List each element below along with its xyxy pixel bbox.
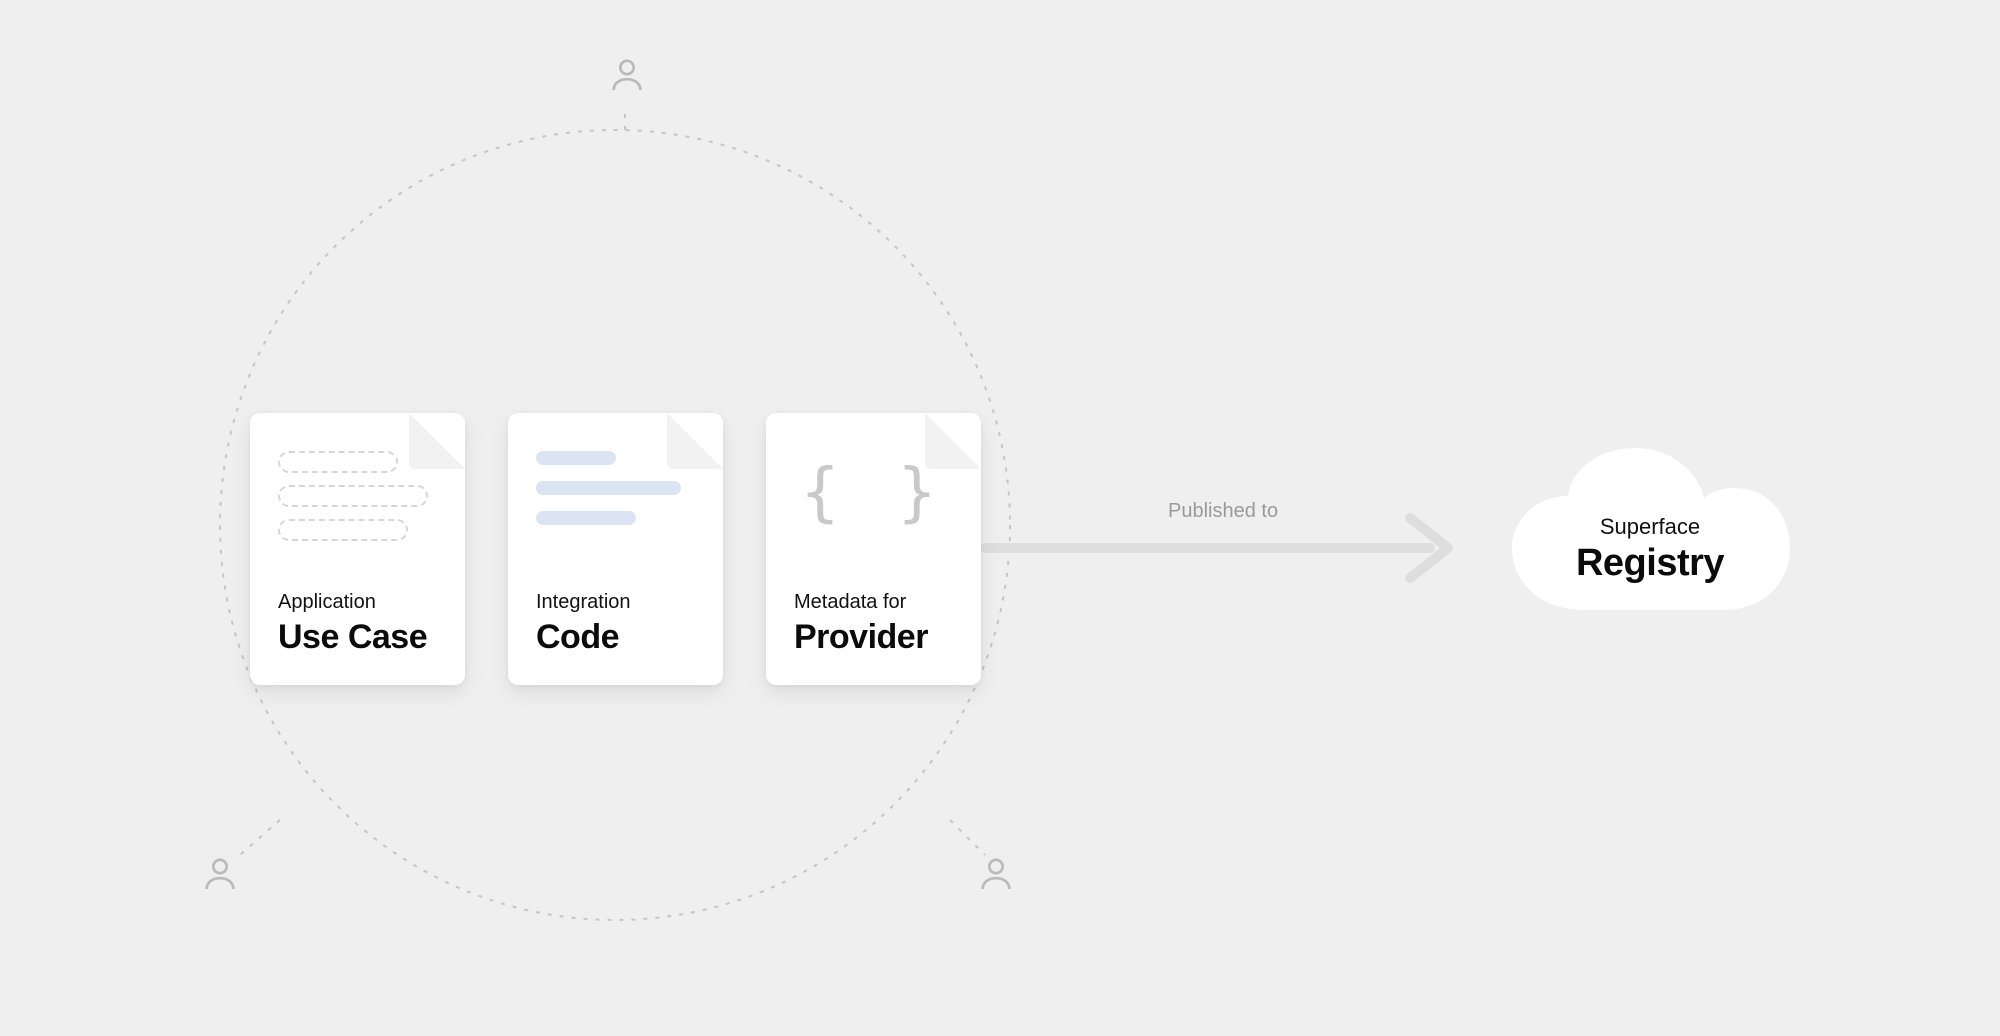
user-icon bbox=[607, 55, 647, 95]
card-main-label: Use Case bbox=[278, 618, 427, 657]
card-provider: { } Metadata for Provider bbox=[766, 413, 981, 685]
arrow-label: Published to bbox=[1168, 500, 1278, 523]
braces-icon: { } bbox=[794, 461, 953, 525]
card-sub-label: Metadata for bbox=[794, 591, 928, 614]
card-main-label: Provider bbox=[794, 618, 928, 657]
card-use-case: Application Use Case bbox=[250, 413, 465, 685]
page-fold-icon bbox=[667, 413, 723, 469]
cloud-main-label: Registry bbox=[1500, 542, 1800, 585]
page-fold-icon bbox=[925, 413, 981, 469]
diagram-stage: Application Use Case Integration Code { … bbox=[0, 0, 2000, 1036]
card-sub-label: Application bbox=[278, 591, 427, 614]
cloud-sub-label: Superface bbox=[1500, 514, 1800, 540]
user-icon bbox=[200, 854, 240, 894]
page-fold-icon bbox=[409, 413, 465, 469]
card-code: Integration Code bbox=[508, 413, 723, 685]
cloud-registry: Superface Registry bbox=[1500, 440, 1800, 630]
user-icon bbox=[976, 854, 1016, 894]
card-sub-label: Integration bbox=[536, 591, 631, 614]
card-main-label: Code bbox=[536, 618, 631, 657]
